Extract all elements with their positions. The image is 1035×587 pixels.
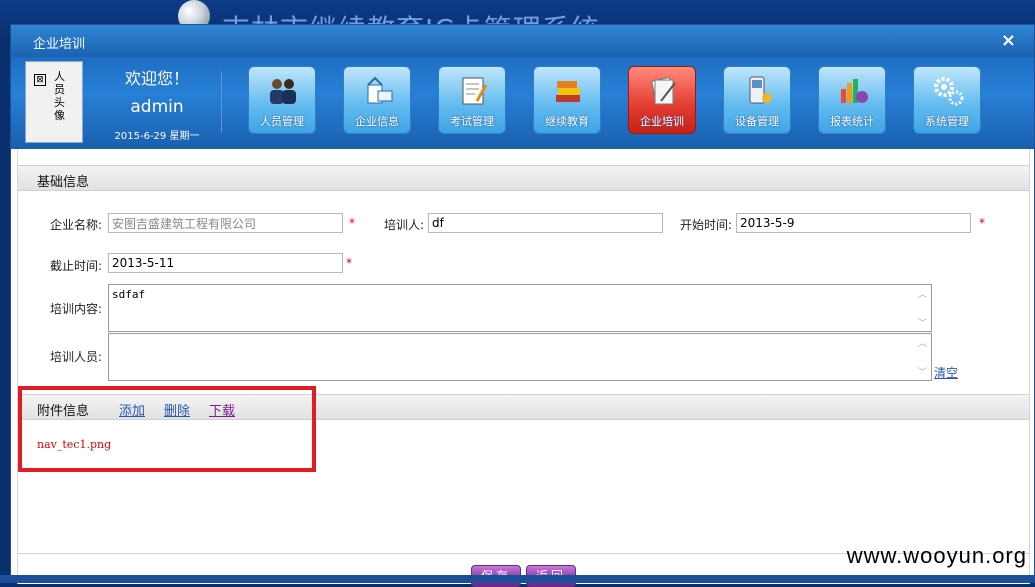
watermark: www.wooyun.org xyxy=(846,543,1027,568)
company-name-label: 企业名称: xyxy=(49,218,102,232)
nav-label: 考试管理 xyxy=(450,115,494,128)
highlight-box xyxy=(18,386,316,472)
close-icon[interactable]: × xyxy=(1001,30,1016,51)
nav-enterprise-training[interactable]: 企业培训 xyxy=(628,66,696,134)
people-icon xyxy=(267,75,299,107)
trainees-label: 培训人员: xyxy=(49,350,102,364)
start-time-label: 开始时间: xyxy=(679,218,732,232)
scrollbar[interactable]: ︿ ﹀ xyxy=(915,334,931,380)
nav-continuing-education[interactable]: 继续教育 xyxy=(533,66,601,134)
gear-icon xyxy=(932,75,964,107)
nav-label: 人员管理 xyxy=(260,115,304,128)
company-icon xyxy=(362,75,394,107)
required-mark: * xyxy=(346,256,352,270)
nav-report-statistics[interactable]: 报表统计 xyxy=(818,66,886,134)
clear-link[interactable]: 清空 xyxy=(934,364,958,381)
window-titlebar: 企业培训 × xyxy=(11,25,1034,57)
required-mark: * xyxy=(349,216,355,230)
training-icon xyxy=(647,75,679,107)
avatar-label: 人员头像 xyxy=(54,70,65,122)
training-content-text: sdfaf xyxy=(112,288,146,301)
exam-icon xyxy=(457,75,489,107)
avatar: ⊠ 人员头像 xyxy=(25,61,83,143)
welcome-text: 欢迎您！ xyxy=(124,69,189,88)
nav-label: 设备管理 xyxy=(735,115,779,128)
chart-icon xyxy=(837,75,869,107)
nav-label: 企业信息 xyxy=(355,115,399,128)
form-content: 基础信息 企业名称: * 培训人: 开始时间: * 截止时间: * 培训内容: … xyxy=(17,149,1030,587)
banner-divider xyxy=(221,71,222,133)
nav-label: 继续教育 xyxy=(545,115,589,128)
nav-device-management[interactable]: 设备管理 xyxy=(723,66,791,134)
end-time-field[interactable] xyxy=(108,253,343,273)
device-icon xyxy=(742,75,774,107)
scrollbar[interactable]: ︿ ﹀ xyxy=(915,285,931,331)
user-banner: ⊠ 人员头像 欢迎您！ admin 2015-6-29 星期一 人员管理 企业信… xyxy=(11,57,1034,149)
training-content-label: 培训内容: xyxy=(49,302,102,316)
scroll-up-icon[interactable]: ︿ xyxy=(918,336,927,349)
end-time-label: 截止时间: xyxy=(49,259,102,273)
trainer-field[interactable] xyxy=(428,213,663,233)
welcome-block: 欢迎您！ admin 2015-6-29 星期一 xyxy=(97,65,217,142)
basic-info-title: 基础信息 xyxy=(37,175,90,190)
books-icon xyxy=(552,75,584,107)
current-date: 2015-6-29 星期一 xyxy=(114,131,200,142)
broken-image-icon: ⊠ xyxy=(34,74,46,86)
nav-exam-management[interactable]: 考试管理 xyxy=(438,66,506,134)
window-title: 企业培训 xyxy=(33,37,86,52)
company-name-field[interactable] xyxy=(108,213,343,233)
training-window: 企业培训 × ⊠ 人员头像 欢迎您！ admin 2015-6-29 星期一 人… xyxy=(10,24,1035,587)
scroll-down-icon[interactable]: ﹀ xyxy=(918,365,927,378)
basic-info-header: 基础信息 xyxy=(18,165,1029,191)
bottom-bar xyxy=(0,575,1035,583)
trainees-textarea[interactable]: ︿ ﹀ xyxy=(108,333,932,381)
training-content-textarea[interactable]: sdfaf ︿ ﹀ xyxy=(108,284,932,332)
nav-people-management[interactable]: 人员管理 xyxy=(248,66,316,134)
scroll-up-icon[interactable]: ︿ xyxy=(918,287,927,300)
nav-company-info[interactable]: 企业信息 xyxy=(343,66,411,134)
nav-label: 报表统计 xyxy=(830,115,874,128)
scroll-down-icon[interactable]: ﹀ xyxy=(918,316,927,329)
required-mark: * xyxy=(979,216,985,230)
nav-label: 企业培训 xyxy=(640,115,684,128)
trainer-label: 培训人: xyxy=(383,218,424,232)
nav-system-management[interactable]: 系统管理 xyxy=(913,66,981,134)
nav-label: 系统管理 xyxy=(925,115,969,128)
username: admin xyxy=(130,97,184,117)
start-time-field[interactable] xyxy=(736,213,971,233)
